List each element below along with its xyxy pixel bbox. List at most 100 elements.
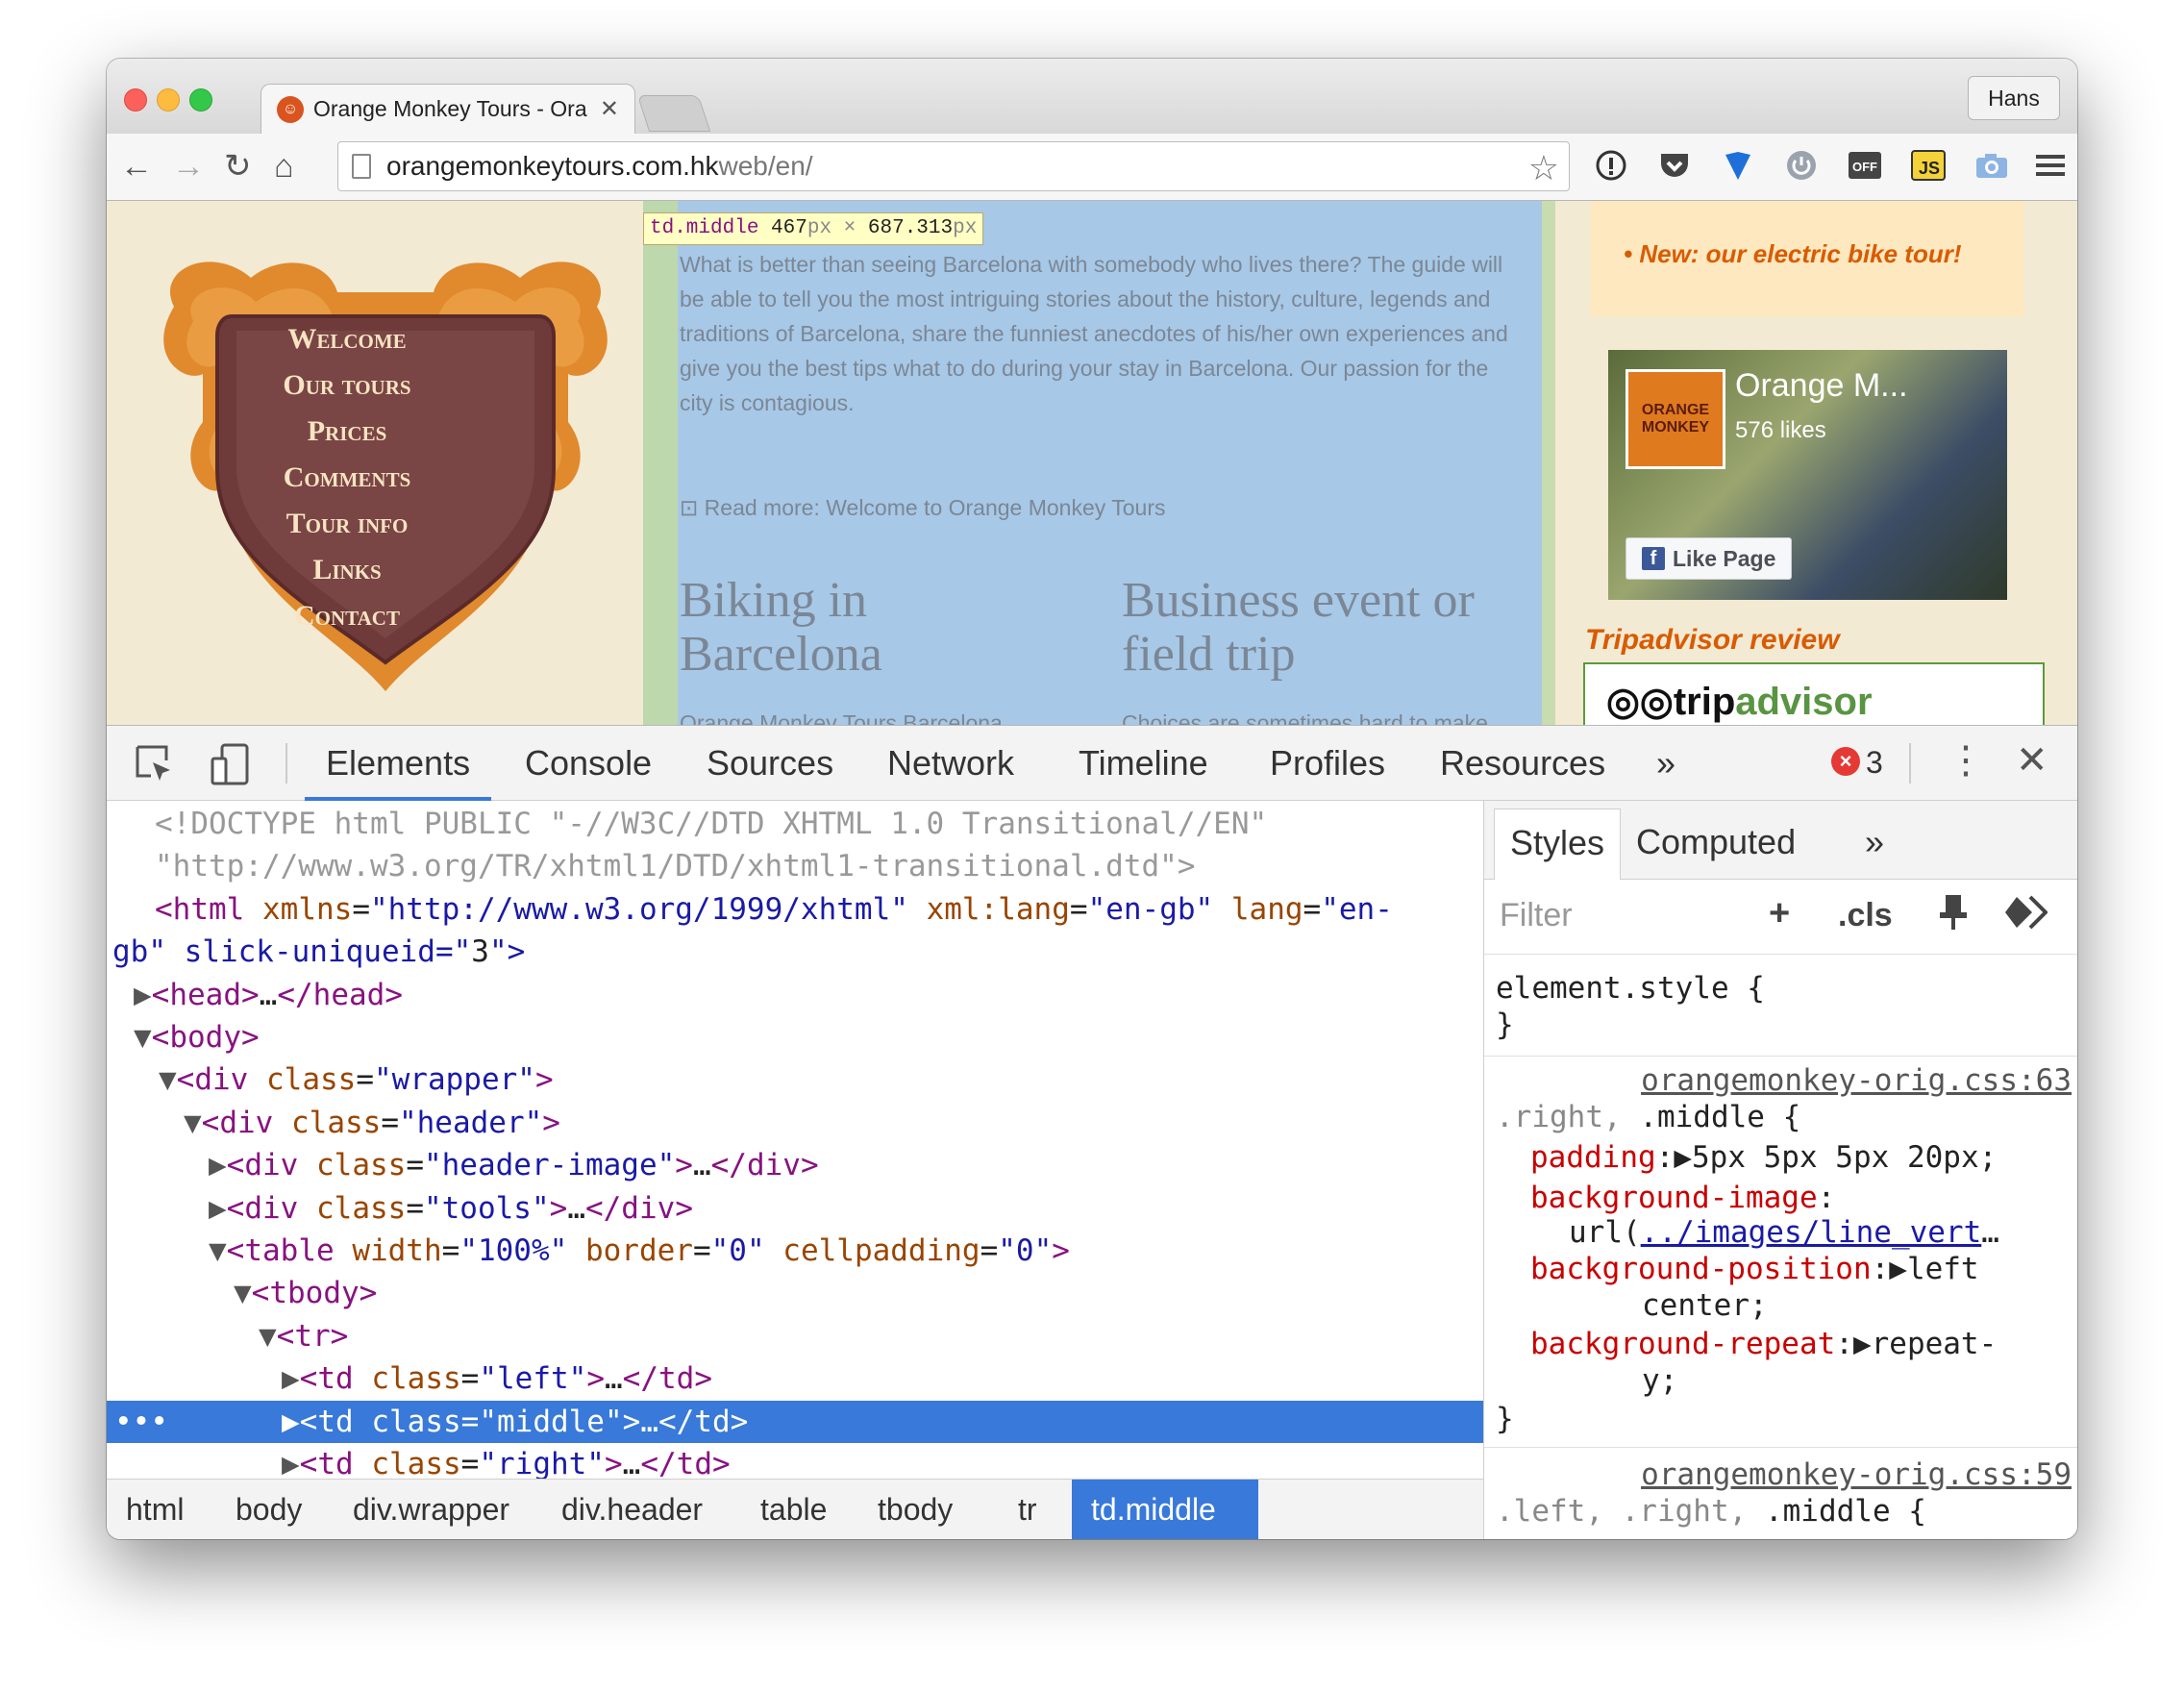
- dom-node[interactable]: ▼<body>: [107, 1016, 1483, 1058]
- crumb-body[interactable]: body: [216, 1480, 321, 1539]
- node-actions-ellipsis-icon[interactable]: •••: [114, 1401, 168, 1443]
- dom-node[interactable]: <!DOCTYPE html PUBLIC "-//W3C//DTD XHTML…: [107, 803, 1483, 845]
- pin-icon[interactable]: [1938, 893, 1969, 941]
- js-extension-icon[interactable]: JS: [1910, 147, 1947, 184]
- rule1-bg-image-url[interactable]: url(../images/line_vert…: [1569, 1214, 1999, 1251]
- close-window-button[interactable]: [124, 88, 147, 112]
- home-icon[interactable]: ⌂: [274, 149, 294, 184]
- nav-links[interactable]: Links: [184, 547, 510, 593]
- fb-likes: 576 likes: [1735, 417, 1826, 443]
- zoom-window-button[interactable]: [189, 88, 212, 112]
- camera-icon[interactable]: [1973, 147, 2010, 184]
- dom-node[interactable]: ▶<td class="left">…</td>: [107, 1357, 1483, 1400]
- devtools-toolbar: Elements Console Sources Network Timelin…: [107, 726, 2077, 801]
- tab-elements[interactable]: Elements: [304, 726, 492, 801]
- sidebar-more-chevron-icon[interactable]: »: [1849, 809, 1899, 880]
- power-icon[interactable]: [1783, 147, 1820, 184]
- tooltip-tag: td.middle: [650, 217, 759, 239]
- biking-paragraph: Orange Monkey Tours Barcelona offers you…: [680, 710, 1003, 725]
- tab-network[interactable]: Network: [887, 726, 1014, 801]
- crumb-tr[interactable]: tr: [999, 1480, 1056, 1539]
- menu-hamburger-icon[interactable]: [2033, 147, 2070, 184]
- info-extension-icon[interactable]: [1593, 147, 1629, 184]
- crumb-html[interactable]: html: [107, 1480, 203, 1539]
- tab-computed[interactable]: Computed: [1621, 809, 1811, 880]
- dom-node[interactable]: ▼<table width="100%" border="0" cellpadd…: [107, 1230, 1483, 1272]
- tab-close-icon[interactable]: ✕: [600, 95, 619, 123]
- left-column: Welcome Our tours Prices Comments Tour i…: [107, 201, 643, 725]
- dom-node[interactable]: ▼<tr>: [107, 1315, 1483, 1357]
- devtools-panel: Elements Console Sources Network Timelin…: [107, 725, 2077, 1539]
- dom-node[interactable]: ▼<tbody>: [107, 1272, 1483, 1314]
- more-tabs-chevron-icon[interactable]: »: [1656, 726, 1675, 801]
- dom-node[interactable]: gb" slick-uniqueid="3">: [107, 931, 1483, 973]
- address-bar[interactable]: orangemonkeytours.com.hk web/en/ ☆: [337, 141, 1570, 191]
- rule1-source-link[interactable]: orangemonkey-orig.css:63: [1641, 1062, 2072, 1099]
- crumb-table[interactable]: table: [741, 1480, 846, 1539]
- tab-profiles[interactable]: Profiles: [1270, 726, 1385, 801]
- inspect-element-icon[interactable]: [134, 743, 176, 790]
- kebab-menu-icon[interactable]: ⋮: [1947, 741, 1985, 780]
- dom-node[interactable]: ▼<div class="wrapper">: [107, 1058, 1483, 1101]
- nav-our-tours[interactable]: Our tours: [184, 362, 510, 409]
- crumb-tbody[interactable]: tbody: [858, 1480, 972, 1539]
- off-toggle-icon[interactable]: OFF: [1847, 147, 1883, 184]
- owl-eyes-icon: ◎◎: [1606, 681, 1674, 723]
- tab-console[interactable]: Console: [525, 726, 652, 801]
- read-more-link[interactable]: ⊡ Read more: Welcome to Orange Monkey To…: [680, 495, 1165, 521]
- pocket-icon[interactable]: [1656, 147, 1693, 184]
- rule2-source-link[interactable]: orangemonkey-orig.css:59: [1641, 1456, 2072, 1493]
- rule1-bg-position[interactable]: background-position:▶left: [1530, 1251, 1979, 1287]
- dom-node[interactable]: ▶<td class="right">…</td>: [107, 1443, 1483, 1479]
- tab-sources[interactable]: Sources: [707, 726, 833, 801]
- browser-tab[interactable]: ☺ Orange Monkey Tours - Ora ✕: [261, 84, 635, 134]
- reload-icon[interactable]: ↻: [224, 149, 252, 184]
- minimize-window-button[interactable]: [157, 88, 180, 112]
- rule1-bg-repeat[interactable]: background-repeat:▶repeat-: [1530, 1326, 1997, 1362]
- element-state-icon[interactable]: [2003, 893, 2048, 941]
- news-item[interactable]: • New: our electric bike tour!: [1624, 239, 1962, 269]
- facebook-widget[interactable]: ORANGE MONKEY Orange M... 576 likes f Lik…: [1608, 350, 2007, 600]
- crumb-td-middle[interactable]: td.middle: [1072, 1480, 1258, 1539]
- profile-button[interactable]: Hans: [1968, 76, 2060, 120]
- nav-prices[interactable]: Prices: [184, 409, 510, 455]
- dom-node[interactable]: ▼<div class="header">: [107, 1102, 1483, 1144]
- error-icon[interactable]: ×: [1831, 747, 1860, 776]
- dom-node[interactable]: ▶<head>…</head>: [107, 974, 1483, 1016]
- fb-like-page-button[interactable]: f Like Page: [1626, 537, 1793, 580]
- nav-comments[interactable]: Comments: [184, 455, 510, 501]
- error-count[interactable]: 3: [1866, 745, 1883, 781]
- tab-strip: ☺ Orange Monkey Tours - Ora ✕ Hans: [107, 59, 2077, 134]
- rule1-bg-image[interactable]: background-image:: [1530, 1180, 1835, 1216]
- styles-filter-input[interactable]: Filter: [1500, 897, 1573, 934]
- device-mode-icon[interactable]: [209, 741, 251, 792]
- tab-timeline[interactable]: Timeline: [1079, 726, 1208, 801]
- forward-arrow-icon[interactable]: →: [172, 149, 205, 184]
- browser-toolbar: ← → ↻ ⌂ orangemonkeytours.com.hk web/en/ …: [107, 134, 2077, 201]
- element-style-rule[interactable]: element.style { }: [1496, 970, 2077, 1043]
- nav-tour-info[interactable]: Tour info: [184, 501, 510, 547]
- dom-node[interactable]: ▶<div class="tools">…</div>: [107, 1187, 1483, 1230]
- bookmark-star-icon[interactable]: ☆: [1528, 148, 1559, 188]
- close-devtools-icon[interactable]: ✕: [2016, 739, 2048, 782]
- fb-page-name[interactable]: Orange M...: [1735, 367, 1908, 405]
- business-paragraph: Choices are sometimes hard to make. Espe…: [1122, 710, 1495, 725]
- crumb-div-header[interactable]: div.header: [542, 1480, 722, 1539]
- rule1-padding[interactable]: padding:▶5px 5px 5px 20px;: [1530, 1139, 1997, 1176]
- dom-node[interactable]: <html xmlns="http://www.w3.org/1999/xhtm…: [107, 888, 1483, 931]
- add-rule-icon[interactable]: +: [1769, 893, 1790, 934]
- new-tab-button[interactable]: [636, 95, 711, 132]
- shield-extension-icon[interactable]: [1720, 147, 1756, 184]
- crumb-div-wrapper[interactable]: div.wrapper: [334, 1480, 529, 1539]
- dom-node[interactable]: ▶<div class="header-image">…</div>: [107, 1144, 1483, 1186]
- nav-welcome[interactable]: Welcome: [184, 316, 510, 362]
- nav-contact[interactable]: Contact: [184, 593, 510, 639]
- dom-node-selected[interactable]: ▶<td class="middle">…</td> •••: [107, 1400, 1483, 1443]
- dom-node[interactable]: "http://www.w3.org/TR/xhtml1/DTD/xhtml1-…: [107, 845, 1483, 887]
- svg-text:JS: JS: [1919, 159, 1940, 178]
- back-arrow-icon[interactable]: ←: [120, 149, 153, 184]
- tab-styles[interactable]: Styles: [1494, 809, 1622, 880]
- cls-toggle-button[interactable]: .cls: [1838, 897, 1893, 934]
- tripadvisor-widget[interactable]: ◎◎tripadvisor: [1583, 662, 2045, 725]
- tab-resources[interactable]: Resources: [1440, 726, 1605, 801]
